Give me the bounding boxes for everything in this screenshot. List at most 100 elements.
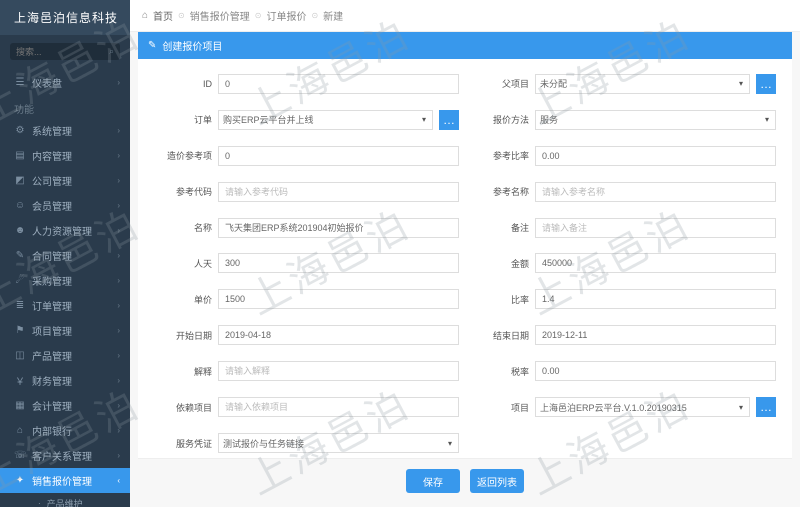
chevron-right-icon: › <box>117 176 120 185</box>
field-remark: 备注 <box>471 213 776 243</box>
ratio-input[interactable] <box>535 146 776 166</box>
chevron-right-icon: › <box>117 226 120 235</box>
chevron-right-icon: › <box>117 451 120 460</box>
sidebar-item-member[interactable]: ☺会员管理› <box>0 193 130 218</box>
chevron-right-icon: › <box>117 126 120 135</box>
caret-down-icon: ▾ <box>448 439 452 448</box>
caret-down-icon: ▾ <box>765 115 769 124</box>
sidebar-nav: ☰仪表盘› 功能 ⚙系统管理› ▤内容管理› ◩公司管理› ☺会员管理› ☻人力… <box>0 70 130 507</box>
tax-input[interactable] <box>535 361 776 381</box>
chevron-left-icon: ‹ <box>117 476 120 485</box>
tag-icon: ✦ <box>14 475 26 486</box>
breadcrumb-a[interactable]: 销售报价管理 <box>190 8 250 23</box>
chevron-right-icon: › <box>117 151 120 160</box>
sep-icon: ⊙ <box>311 11 318 20</box>
sidebar-search[interactable]: ⌕ <box>10 43 120 60</box>
verify-select[interactable]: 测试报价与任务链接▾ <box>218 433 459 453</box>
support-icon: ☏ <box>14 450 26 461</box>
sidebar-sublist: ·产品维护 ·功能维护 <box>0 493 130 507</box>
name-input[interactable] <box>218 218 459 238</box>
order-add-button[interactable]: … <box>439 110 459 130</box>
field-depend: 依赖项目 <box>154 392 459 422</box>
home-icon: ⌂ <box>142 10 148 21</box>
price-input[interactable] <box>218 289 459 309</box>
chevron-right-icon: › <box>117 376 120 385</box>
gear-icon: ⚙ <box>14 125 26 136</box>
sidebar-item-project[interactable]: ⚑项目管理› <box>0 318 130 343</box>
sidebar-item-content[interactable]: ▤内容管理› <box>0 143 130 168</box>
method-select[interactable]: 服务▾ <box>535 110 776 130</box>
chevron-right-icon: › <box>117 201 120 210</box>
dot-icon: · <box>38 499 41 507</box>
parent-select[interactable]: 未分配▾ <box>535 74 750 94</box>
breadcrumb: ⌂ 首页 ⊙ 销售报价管理 ⊙ 订单报价 ⊙ 新建 <box>130 0 800 32</box>
field-refcode: 参考代码 <box>154 177 459 207</box>
end-input[interactable] <box>535 325 776 345</box>
field-end: 结束日期 <box>471 320 776 350</box>
field-tax: 税率 <box>471 356 776 386</box>
chevron-right-icon: › <box>117 426 120 435</box>
breadcrumb-b[interactable]: 订单报价 <box>266 8 306 23</box>
sidebar-item-system[interactable]: ⚙系统管理› <box>0 118 130 143</box>
cart-icon: ☄ <box>14 275 26 286</box>
sidebar-item-bank[interactable]: ⌂内部银行› <box>0 418 130 443</box>
breadcrumb-home[interactable]: 首页 <box>153 8 173 23</box>
id-input[interactable] <box>218 74 459 94</box>
sidebar-item-dashboard[interactable]: ☰仪表盘› <box>0 70 130 95</box>
field-amount: 金额 <box>471 249 776 279</box>
field-refname: 参考名称 <box>471 177 776 207</box>
sidebar-item-order[interactable]: ≣订单管理› <box>0 293 130 318</box>
sidebar-item-crm[interactable]: ☏客户关系管理› <box>0 443 130 468</box>
field-project: 项目上海邑泊ERP云平台.V.1.0.20190315▾… <box>471 392 776 422</box>
field-name: 名称 <box>154 213 459 243</box>
chevron-right-icon: › <box>117 301 120 310</box>
refname-input[interactable] <box>535 182 776 202</box>
remark-input[interactable] <box>535 218 776 238</box>
sidebar-search-input[interactable] <box>16 47 109 57</box>
sidebar-item-quote-active[interactable]: ✦销售报价管理‹ <box>0 468 130 493</box>
sidebar-item-finance[interactable]: ￥财务管理› <box>0 368 130 393</box>
chevron-right-icon: › <box>117 351 120 360</box>
sidebar-item-hr[interactable]: ☻人力资源管理› <box>0 218 130 243</box>
save-button[interactable]: 保存 <box>406 469 460 493</box>
brand-title: 上海邑泊信息科技 <box>0 0 130 35</box>
field-manday: 人天 <box>154 249 459 279</box>
field-price: 单价 <box>154 284 459 314</box>
project-add-button[interactable]: … <box>756 397 776 417</box>
sidebar-item-purchase[interactable]: ☄采购管理› <box>0 268 130 293</box>
sidebar-item-product[interactable]: ◫产品管理› <box>0 343 130 368</box>
amount-input[interactable] <box>535 253 776 273</box>
breadcrumb-c: 新建 <box>323 8 343 23</box>
sep-icon: ⊙ <box>178 11 185 20</box>
field-verify: 服务凭证测试报价与任务链接▾ <box>154 428 459 458</box>
project-select[interactable]: 上海邑泊ERP云平台.V.1.0.20190315▾ <box>535 397 750 417</box>
chevron-right-icon: › <box>117 326 120 335</box>
chevron-right-icon: › <box>117 276 120 285</box>
form-footer: 保存 返回列表 <box>138 458 792 507</box>
caret-down-icon: ▾ <box>739 403 743 412</box>
manday-input[interactable] <box>218 253 459 273</box>
sidebar-item-account[interactable]: ▦会计管理› <box>0 393 130 418</box>
back-button[interactable]: 返回列表 <box>470 469 524 493</box>
chevron-right-icon: › <box>117 78 120 87</box>
form: ID 父项目未分配▾… 订单购买ERP云平台并上线▾… 报价方法服务▾ 造价参考… <box>138 59 792 458</box>
start-input[interactable] <box>218 325 459 345</box>
depend-input[interactable] <box>218 397 459 417</box>
sidebar-item-company[interactable]: ◩公司管理› <box>0 168 130 193</box>
chevron-right-icon: › <box>117 401 120 410</box>
sidebar-subitem-product[interactable]: ·产品维护 <box>30 493 130 507</box>
sidebar-item-contract[interactable]: ✎合同管理› <box>0 243 130 268</box>
parent-add-button[interactable]: … <box>756 74 776 94</box>
panel-title: ✎ 创建报价项目 <box>138 32 792 59</box>
bank-icon: ⌂ <box>14 425 26 436</box>
order-select[interactable]: 购买ERP云平台并上线▾ <box>218 110 433 130</box>
rate-input[interactable] <box>535 289 776 309</box>
panel: ✎ 创建报价项目 ID 父项目未分配▾… 订单购买ERP云平台并上线▾… 报价方… <box>138 32 792 458</box>
yen-icon: ￥ <box>14 373 26 388</box>
refcode-input[interactable] <box>218 182 459 202</box>
explain-input[interactable] <box>218 361 459 381</box>
benchmark-input[interactable] <box>218 146 459 166</box>
sidebar: 上海邑泊信息科技 ⌕ ☰仪表盘› 功能 ⚙系统管理› ▤内容管理› ◩公司管理›… <box>0 0 130 507</box>
field-explain: 解释 <box>154 356 459 386</box>
main-area: ⌂ 首页 ⊙ 销售报价管理 ⊙ 订单报价 ⊙ 新建 ✎ 创建报价项目 ID 父项… <box>130 0 800 507</box>
